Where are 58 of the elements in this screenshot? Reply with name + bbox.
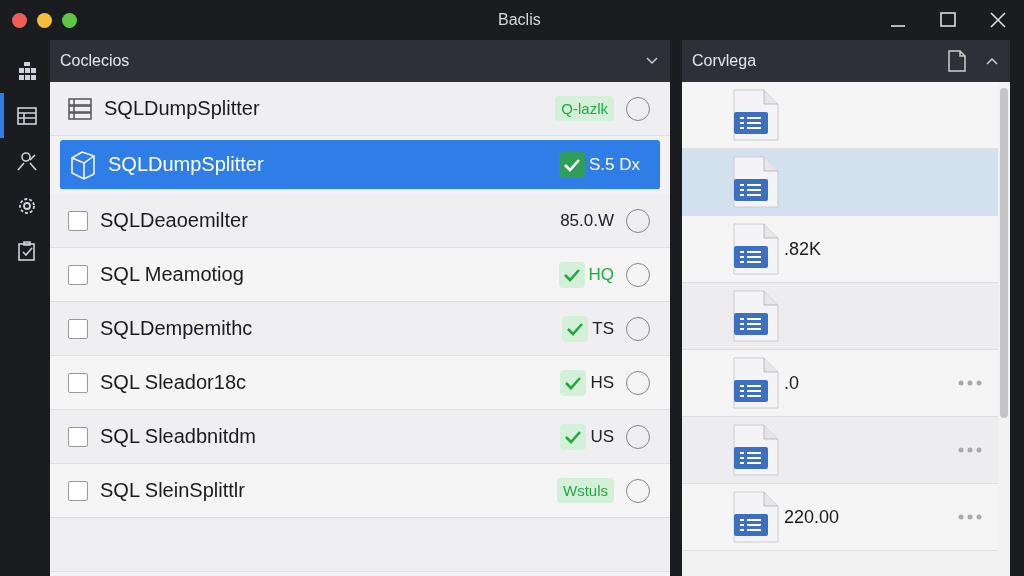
status-text: TS: [592, 318, 614, 339]
grid-icon: [16, 59, 38, 82]
spreadsheet-file-icon: [732, 222, 780, 276]
spreadsheet-file-icon: [732, 490, 780, 544]
chevron-up-icon[interactable]: [986, 57, 998, 65]
check-icon: [560, 423, 587, 450]
item-name: SQLDumpSplitter: [104, 97, 260, 120]
minimize-light[interactable]: [37, 12, 52, 28]
zoom-light[interactable]: [62, 12, 77, 28]
close-light[interactable]: [12, 12, 27, 28]
file-row[interactable]: [682, 283, 998, 350]
panel-title: Coclecios: [60, 52, 130, 70]
file-size: .82K: [784, 238, 822, 260]
item-name: SQLDumpSplitter: [108, 153, 264, 176]
size-text: 85.0.W: [560, 210, 614, 231]
item-name: SQL Sleadbnitdm: [100, 425, 256, 448]
status-text: US: [590, 426, 614, 447]
box-icon: [70, 149, 96, 180]
item-name: SQL Meamotiog: [100, 263, 244, 286]
spreadsheet-file-icon: [732, 356, 780, 410]
file-size: .0: [784, 372, 799, 394]
table-icon: [16, 104, 38, 127]
checkbox[interactable]: [68, 210, 88, 231]
item-name: SQL SleinSplittlr: [100, 479, 245, 502]
checkbox[interactable]: [68, 264, 88, 285]
check-icon: [562, 315, 589, 342]
check-icon: [558, 151, 585, 178]
list-row[interactable]: SQLDumpSplitter S.5 Dx: [60, 140, 660, 190]
file-size: 220.00: [784, 506, 840, 528]
document-icon[interactable]: [948, 50, 966, 72]
list-icon: [68, 97, 92, 120]
checkbox[interactable]: [68, 318, 88, 339]
item-name: SQLDeaoemilter: [100, 209, 248, 232]
item-name: SQLDempemithc: [100, 317, 253, 340]
spreadsheet-file-icon: [732, 289, 780, 343]
status-text: HQ: [588, 264, 614, 285]
status-badge: Q-lazlk: [555, 96, 614, 121]
person-icon: [16, 149, 38, 172]
file-row[interactable]: [682, 149, 998, 216]
check-icon: [560, 369, 587, 396]
checkbox[interactable]: [68, 372, 88, 393]
window-title: Baclis: [498, 11, 541, 29]
status-text: S.5 Dx: [588, 154, 640, 175]
spreadsheet-file-icon: [732, 423, 780, 477]
maximize-icon[interactable]: [940, 12, 956, 28]
spreadsheet-file-icon: [732, 155, 780, 209]
checkbox[interactable]: [68, 426, 88, 447]
panel-title: Corvlega: [692, 52, 757, 70]
checklist-icon: [16, 239, 38, 262]
item-name: SQL Sleador18c: [100, 371, 246, 394]
status-badge: Wstuls: [557, 478, 614, 503]
spreadsheet-file-icon: [732, 88, 780, 142]
file-row[interactable]: [682, 417, 998, 484]
check-icon: [558, 261, 585, 288]
status-text: HS: [590, 372, 614, 393]
checkbox[interactable]: [68, 480, 88, 501]
close-icon[interactable]: [990, 12, 1006, 28]
chevron-down-icon[interactable]: [646, 57, 658, 65]
